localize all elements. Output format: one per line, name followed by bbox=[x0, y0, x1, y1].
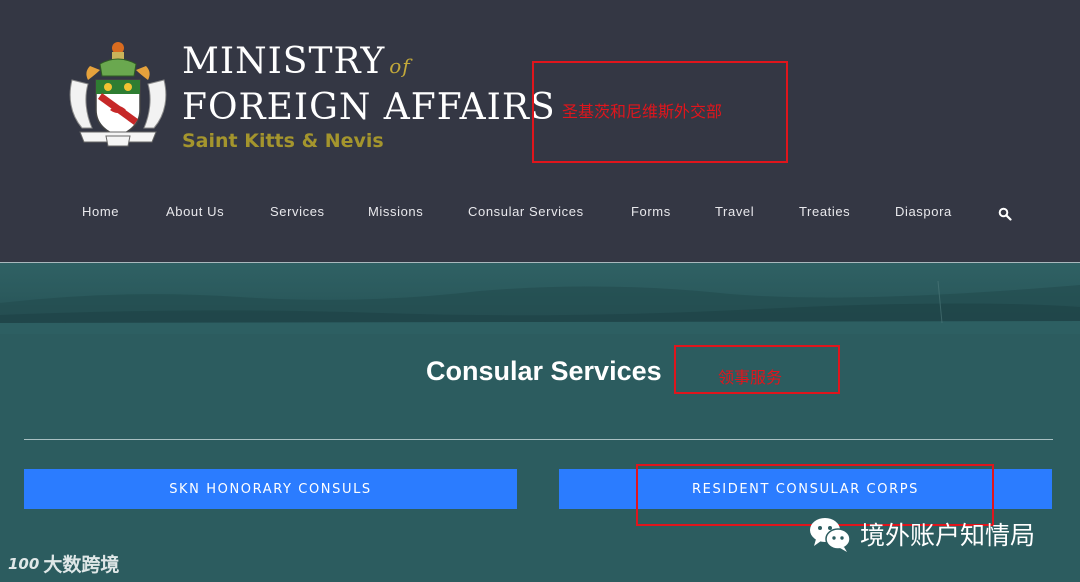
wechat-icon bbox=[810, 518, 851, 552]
nav-item-treaties[interactable]: Treaties bbox=[799, 204, 850, 219]
nav-item-services[interactable]: Services bbox=[270, 204, 325, 219]
watermark-right-text: 境外账户知情局 bbox=[860, 521, 1036, 550]
hero-landscape-graphic bbox=[0, 280, 1080, 334]
page-title: Consular Services bbox=[426, 356, 662, 386]
watermark-right: 境外账户知情局 bbox=[808, 514, 1035, 554]
logo-of: of bbox=[389, 54, 411, 78]
nav-item-home[interactable]: Home bbox=[82, 204, 119, 219]
nav-item-consular-services[interactable]: Consular Services bbox=[468, 204, 584, 219]
logo-line-1: MINISTRY bbox=[182, 41, 386, 82]
watermark-logo: 100 bbox=[8, 554, 40, 573]
site-header: MINISTRY of FOREIGN AFFAIRS Saint Kitts &… bbox=[0, 0, 1080, 262]
annotation-text-consular: 领事服务 bbox=[718, 368, 783, 387]
nav-item-travel[interactable]: Travel bbox=[715, 204, 754, 219]
watermark-left-text: 大数跨境 bbox=[43, 554, 120, 576]
logo-ministry: MINISTRY of bbox=[182, 40, 556, 88]
skn-honorary-consuls-button[interactable]: SKN HONORARY CONSULS bbox=[24, 469, 517, 509]
content-divider bbox=[24, 439, 1053, 440]
main-navigation: Home About Us Services Missions Consular… bbox=[0, 204, 1080, 224]
nav-item-diaspora[interactable]: Diaspora bbox=[895, 204, 952, 219]
watermark-left: 100 大数跨境 bbox=[8, 550, 119, 577]
site-logo-text[interactable]: MINISTRY of FOREIGN AFFAIRS Saint Kitts &… bbox=[182, 40, 556, 154]
annotation-text-ministry: 圣基茨和尼维斯外交部 bbox=[562, 102, 723, 121]
coat-of-arms-logo[interactable] bbox=[66, 36, 170, 148]
logo-foreign-affairs: FOREIGN AFFAIRS bbox=[182, 87, 556, 128]
logo-country: Saint Kitts & Nevis bbox=[182, 130, 384, 152]
hero-banner-image bbox=[0, 262, 1080, 334]
nav-item-about-us[interactable]: About Us bbox=[166, 204, 224, 219]
nav-item-missions[interactable]: Missions bbox=[368, 204, 423, 219]
nav-item-forms[interactable]: Forms bbox=[631, 204, 671, 219]
search-icon[interactable] bbox=[998, 207, 1012, 221]
